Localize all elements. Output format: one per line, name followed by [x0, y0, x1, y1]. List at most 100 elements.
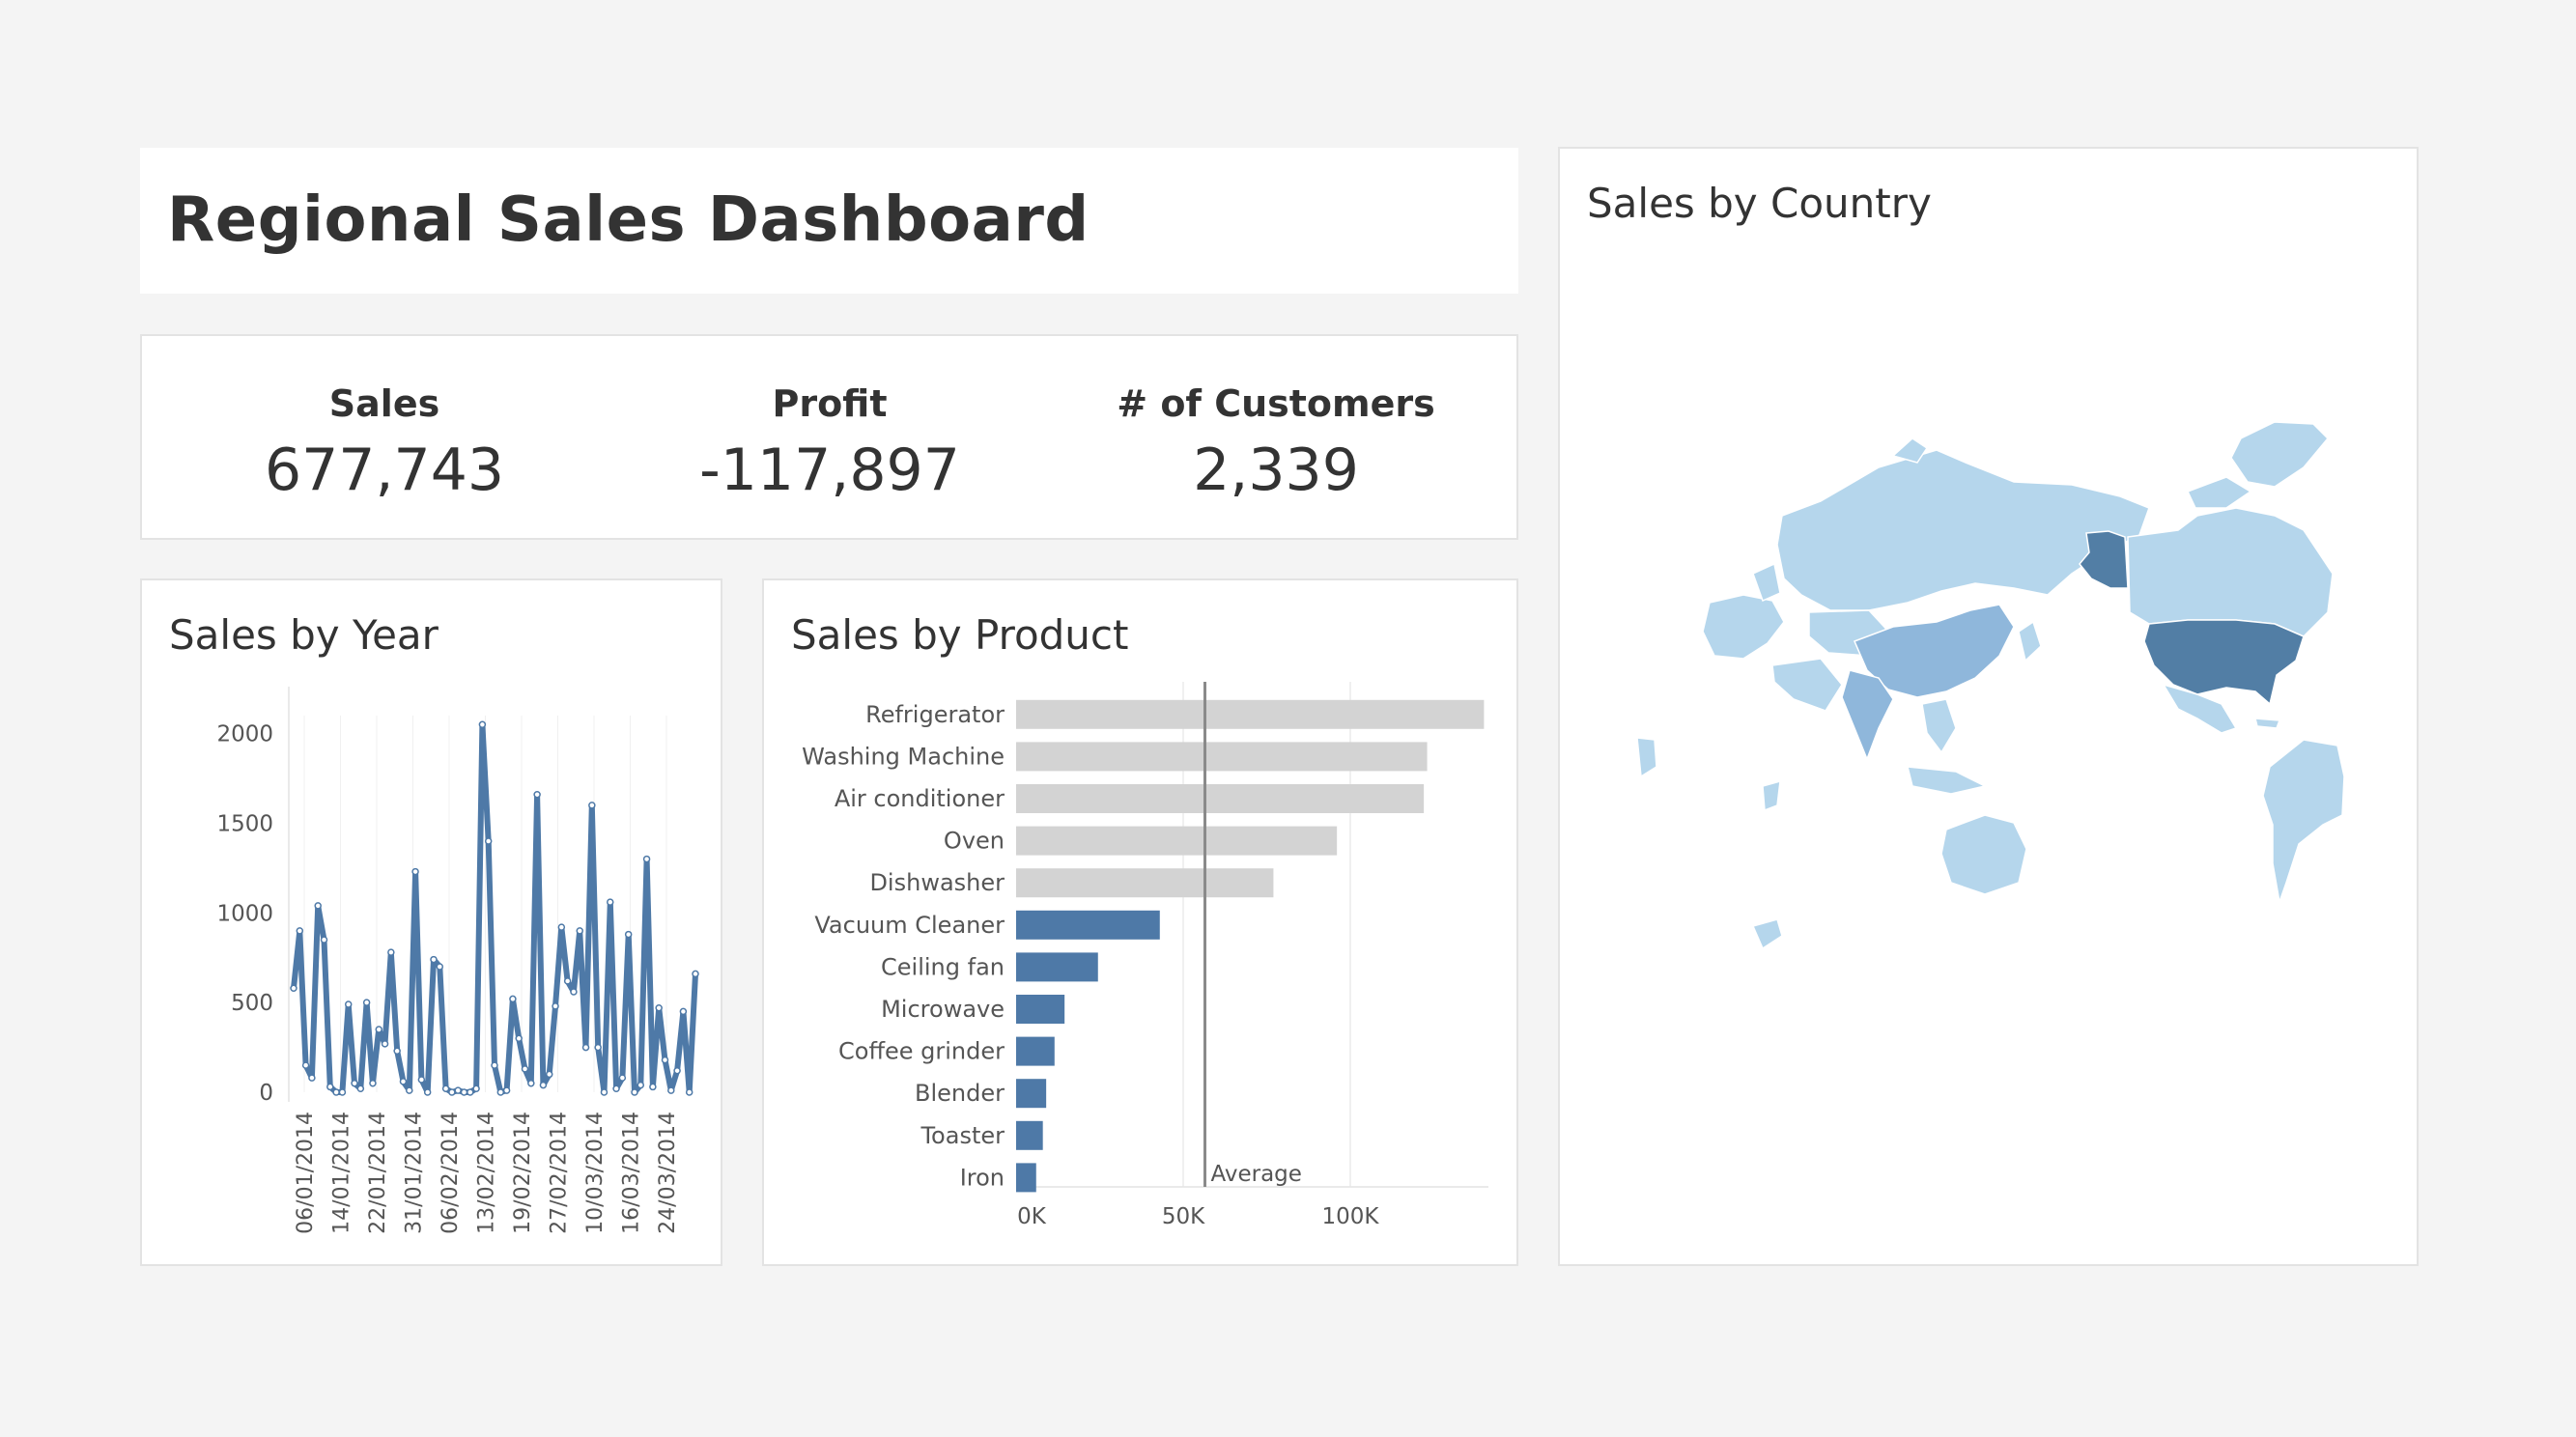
product-bar[interactable] — [1016, 910, 1160, 940]
product-bar[interactable] — [1016, 826, 1338, 856]
line-point[interactable] — [314, 902, 322, 910]
line-point[interactable] — [448, 1088, 456, 1096]
line-point[interactable] — [460, 1088, 468, 1096]
product-bar[interactable] — [1016, 868, 1274, 898]
line-point[interactable] — [344, 1000, 353, 1008]
line-point[interactable] — [649, 1083, 657, 1091]
line-point[interactable] — [539, 1081, 548, 1089]
line-point[interactable] — [326, 1083, 334, 1091]
product-bar[interactable] — [1016, 995, 1065, 1024]
line-point[interactable] — [301, 1061, 310, 1069]
line-point[interactable] — [332, 1088, 340, 1096]
region-caribbean[interactable] — [2254, 718, 2281, 729]
line-point[interactable] — [576, 927, 583, 935]
region-arctic-archipelago[interactable] — [2186, 476, 2252, 509]
line-point[interactable] — [411, 867, 419, 876]
line-point[interactable] — [472, 1085, 480, 1093]
line-point[interactable] — [381, 1040, 389, 1048]
line-point[interactable] — [351, 1079, 358, 1087]
region-scandinavia[interactable] — [1752, 562, 1781, 603]
product-bar[interactable] — [1016, 742, 1428, 772]
line-point[interactable] — [362, 999, 371, 1006]
line-point[interactable] — [502, 1086, 511, 1094]
line-point[interactable] — [563, 977, 572, 985]
line-point[interactable] — [399, 1078, 408, 1085]
line-point[interactable] — [521, 1065, 529, 1073]
line-point[interactable] — [478, 720, 487, 729]
line-point[interactable] — [588, 802, 596, 809]
line-point[interactable] — [290, 984, 297, 993]
line-point[interactable] — [430, 955, 438, 964]
region-alaska[interactable] — [2079, 530, 2129, 589]
product-bar[interactable] — [1016, 699, 1485, 729]
line-point[interactable] — [667, 1086, 675, 1094]
line-point[interactable] — [509, 995, 517, 1003]
line-point[interactable] — [685, 1088, 694, 1096]
product-bar[interactable] — [1016, 1163, 1036, 1193]
line-point[interactable] — [387, 948, 395, 956]
region-middle-east[interactable] — [1771, 658, 1843, 712]
line-point[interactable] — [436, 963, 444, 971]
line-point[interactable] — [637, 1081, 645, 1089]
line-point[interactable] — [661, 1056, 669, 1064]
line-point[interactable] — [673, 1066, 681, 1075]
line-point[interactable] — [393, 1047, 401, 1056]
region-africa-west[interactable] — [1636, 737, 1657, 778]
line-point[interactable] — [655, 1003, 663, 1012]
line-point[interactable] — [515, 1034, 523, 1043]
line-point[interactable] — [570, 988, 578, 996]
region-russia[interactable] — [1776, 449, 2150, 611]
region-japan[interactable] — [2018, 620, 2042, 662]
line-point[interactable] — [624, 930, 633, 939]
line-point[interactable] — [600, 1088, 609, 1096]
product-bar[interactable] — [1016, 952, 1098, 982]
line-point[interactable] — [296, 927, 304, 935]
sales-line[interactable] — [291, 721, 698, 1095]
product-bar[interactable] — [1016, 1079, 1047, 1109]
line-point[interactable] — [356, 1085, 365, 1093]
line-point[interactable] — [533, 790, 541, 799]
line-point[interactable] — [338, 1088, 347, 1096]
line-point[interactable] — [496, 1088, 505, 1096]
region-europe[interactable] — [1702, 594, 1785, 660]
line-point[interactable] — [679, 1007, 688, 1016]
line-point[interactable] — [308, 1074, 316, 1082]
region-indonesia[interactable] — [1907, 766, 1988, 795]
line-point[interactable] — [692, 970, 699, 978]
sales-by-year-panel: Sales by Year 2000 1500 1000 500 0 06/01/2014… — [140, 578, 722, 1266]
line-point[interactable] — [618, 1074, 627, 1082]
region-south-america[interactable] — [2262, 739, 2345, 905]
region-madagascar[interactable] — [1762, 779, 1781, 812]
line-point[interactable] — [491, 1061, 498, 1069]
region-madagascar-2[interactable] — [1751, 918, 1783, 950]
product-bar[interactable] — [1016, 784, 1425, 813]
region-greenland[interactable] — [2230, 421, 2330, 488]
region-southeast-asia[interactable] — [1921, 698, 1957, 754]
kpi-customers-value: 2,339 — [1193, 437, 1359, 504]
line-point[interactable] — [467, 1088, 474, 1096]
line-point[interactable] — [594, 1043, 602, 1052]
line-point[interactable] — [423, 1088, 432, 1096]
line-point[interactable] — [375, 1026, 382, 1033]
product-bar[interactable] — [1016, 1036, 1055, 1066]
region-canada[interactable] — [2127, 507, 2334, 637]
region-australia[interactable] — [1940, 814, 2027, 895]
line-point[interactable] — [612, 1085, 620, 1093]
line-point[interactable] — [484, 837, 493, 845]
line-point[interactable] — [642, 855, 651, 863]
line-point[interactable] — [607, 898, 614, 906]
line-point[interactable] — [557, 923, 566, 931]
line-point[interactable] — [545, 1070, 553, 1079]
product-bar[interactable] — [1016, 1120, 1043, 1150]
line-point[interactable] — [454, 1086, 462, 1094]
line-point[interactable] — [320, 936, 328, 944]
world-map[interactable] — [1560, 149, 2420, 1268]
line-point[interactable] — [406, 1086, 413, 1094]
line-point[interactable] — [631, 1088, 638, 1096]
line-point[interactable] — [552, 1002, 559, 1010]
line-point[interactable] — [369, 1079, 377, 1087]
line-point[interactable] — [417, 1076, 426, 1084]
line-point[interactable] — [441, 1085, 450, 1093]
line-point[interactable] — [581, 1043, 590, 1052]
line-point[interactable] — [527, 1079, 535, 1087]
